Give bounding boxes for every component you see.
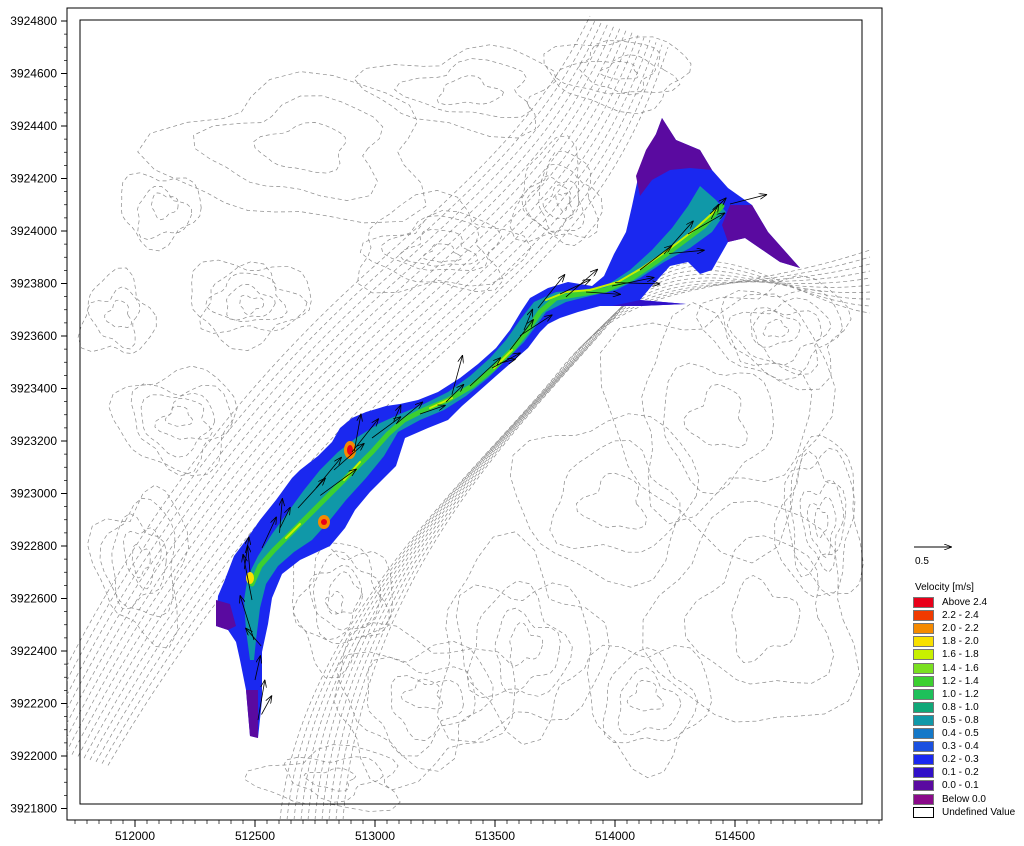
legend-swatch	[913, 688, 934, 700]
legend-swatch	[913, 741, 934, 753]
x-tick-label: 512000	[115, 829, 155, 843]
y-tick-label: 3924400	[10, 119, 57, 133]
y-tick-label: 3923200	[10, 434, 57, 448]
legend-label: 0.8 - 1.0	[942, 701, 979, 713]
y-tick-label: 3923000	[10, 487, 57, 501]
y-tick-label: 3923800	[10, 277, 57, 291]
legend-item: 0.2 - 0.3	[913, 754, 1023, 767]
y-tick-label: 3922400	[10, 644, 57, 658]
legend-swatch	[913, 701, 934, 713]
legend-swatch	[913, 754, 934, 766]
legend-swatch	[913, 610, 934, 622]
y-tick-label: 3924200	[10, 172, 57, 186]
legend-swatch	[913, 780, 934, 792]
map-canvas: 3924800 3924600 3924400 3924200 3924000 39238…	[10, 7, 952, 843]
legend-label: 0.2 - 0.3	[942, 754, 979, 766]
legend-item: 0.8 - 1.0	[913, 701, 1023, 715]
legend-item: Undefined Value	[913, 806, 1023, 820]
y-axis: 3924800 3924600 3924400 3924200 3924000 39238…	[10, 14, 67, 816]
legend-swatch	[913, 767, 934, 779]
legend-label: 1.6 - 1.8	[942, 649, 979, 661]
y-tick-label: 3922800	[10, 539, 57, 553]
legend-item: 2.2 - 2.4	[913, 610, 1023, 623]
legend-item: 0.3 - 0.4	[913, 741, 1023, 754]
legend-label: Above 2.4	[942, 597, 988, 608]
legend-item: 1.6 - 1.8	[913, 649, 1023, 662]
legend-item: 0.0 - 0.1	[913, 780, 1023, 793]
legend-item: Above 2.4	[913, 597, 1023, 610]
legend-swatch	[913, 714, 934, 726]
legend-swatch	[913, 793, 934, 805]
legend-swatch	[913, 728, 934, 739]
legend-swatch	[913, 675, 934, 687]
legend-item: 0.5 - 0.8	[913, 714, 1023, 728]
legend-label: 1.0 - 1.2	[942, 688, 979, 700]
legend-label: Below 0.0	[942, 793, 986, 805]
legend-swatch	[913, 662, 934, 674]
legend-label: 1.8 - 2.0	[942, 636, 979, 648]
y-tick-label: 3922000	[10, 749, 57, 763]
legend-label: Undefined Value	[942, 806, 1016, 818]
legend-item: Below 0.0	[913, 793, 1023, 807]
legend-label: 2.0 - 2.2	[942, 623, 979, 635]
legend-item: 0.1 - 0.2	[913, 767, 1023, 780]
y-tick-label: 3924800	[10, 14, 57, 28]
x-tick-label: 513500	[475, 829, 515, 843]
legend-swatch	[913, 806, 934, 818]
legend-item: 1.4 - 1.6	[913, 662, 1023, 676]
velocity-hotspot-lower-core	[321, 519, 327, 525]
y-tick-label: 3923600	[10, 329, 57, 343]
legend-item: 0.4 - 0.5	[913, 728, 1023, 741]
x-tick-label: 512500	[235, 829, 275, 843]
legend-label: 0.0 - 0.1	[942, 780, 979, 792]
x-tick-label: 513000	[355, 829, 395, 843]
y-tick-label: 3922200	[10, 697, 57, 711]
legend-swatch	[913, 623, 934, 635]
velocity-hotspot-upper-core	[347, 445, 353, 455]
legend-swatch	[913, 649, 934, 661]
legend-label: 0.5 - 0.8	[942, 714, 979, 726]
y-tick-label: 3922600	[10, 592, 57, 606]
legend-label: 0.4 - 0.5	[942, 728, 979, 739]
legend-label: 0.3 - 0.4	[942, 741, 979, 753]
legend-item: 1.2 - 1.4	[913, 675, 1023, 689]
legend-title: Velocity [m/s]	[915, 582, 974, 593]
x-tick-label: 514500	[715, 829, 755, 843]
y-tick-label: 3921800	[10, 802, 57, 816]
legend-item: 1.0 - 1.2	[913, 688, 1023, 702]
legend-label: 2.2 - 2.4	[942, 610, 979, 622]
y-tick-label: 3924000	[10, 224, 57, 238]
y-tick-label: 3924600	[10, 67, 57, 81]
legend-swatch	[913, 597, 934, 608]
legend-label: 0.1 - 0.2	[942, 767, 979, 779]
legend-item: 2.0 - 2.2	[913, 623, 1023, 636]
legend-swatch	[913, 636, 934, 648]
x-tick-label: 514000	[595, 829, 635, 843]
legend-item: 1.8 - 2.0	[913, 636, 1023, 649]
vector-scale-label: 0.5	[915, 556, 929, 567]
x-axis: 512000 512500 513000 513500 514000 514500	[74, 820, 880, 843]
y-tick-label: 3923400	[10, 382, 57, 396]
legend-label: 1.4 - 1.6	[942, 662, 979, 674]
legend-label: 1.2 - 1.4	[942, 675, 979, 687]
